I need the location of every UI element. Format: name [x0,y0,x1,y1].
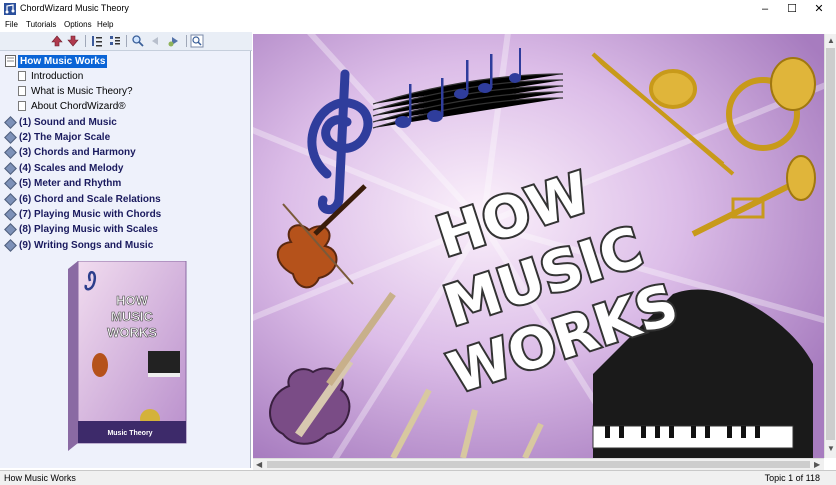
chapter-icon [4,146,17,159]
scroll-down-icon[interactable]: ▼ [827,444,835,453]
tree-chapter-label: (5) Meter and Rhythm [19,178,122,189]
menu-file[interactable]: File [5,20,18,29]
tree-item-about-chordwizard[interactable]: About ChordWizard® [0,99,250,114]
close-button[interactable]: ✕ [806,0,832,18]
scroll-left-icon[interactable]: ◀ [256,460,262,469]
box-title-line-2: MUSIC [111,309,154,324]
tree-chapter-label: (8) Playing Music with Scales [19,224,158,235]
toolbar-separator [85,35,86,47]
minimize-button[interactable]: – [752,0,778,18]
menu-help[interactable]: Help [97,20,113,29]
toolbar-separator [186,35,187,47]
tree-chapter-4[interactable]: (4) Scales and Melody [0,161,250,176]
tree-chapter-label: (2) The Major Scale [19,132,111,143]
arrow-up-icon[interactable] [50,34,64,48]
content-pane: HOW MUSIC WORKS [253,34,824,458]
chapter-icon [4,162,17,175]
box-title-line-3: WORKS [107,325,157,340]
tree-item-what-is-music-theory[interactable]: What is Music Theory? [0,84,250,99]
collapse-all-icon[interactable] [90,34,104,48]
how-music-works-banner: HOW MUSIC WORKS [253,34,824,458]
menu-bar: File Tutorials Options Help [0,18,836,32]
toolbar-separator [126,35,127,47]
tree-item-introduction[interactable]: Introduction [0,69,250,84]
tree-chapter-1[interactable]: (1) Sound and Music [0,115,250,130]
maximize-button[interactable]: ☐ [779,0,805,18]
title-bar: ChordWizard Music Theory – ☐ ✕ [0,0,836,18]
chapter-icon [4,239,17,252]
product-box-image: HOW MUSIC WORKS Music Theory [68,261,187,451]
chapter-icon [4,131,17,144]
tree-chapter-label: (4) Scales and Melody [19,163,124,174]
tree-chapter-label: (3) Chords and Harmony [19,147,136,158]
topic-tree[interactable]: How Music Works Introduction What is Mus… [0,51,251,468]
expand-all-icon[interactable] [108,34,122,48]
tree-chapter-label: (1) Sound and Music [19,117,117,128]
tree-chapter-9[interactable]: (9) Writing Songs and Music [0,238,250,253]
scroll-thumb[interactable] [267,461,810,468]
tree-root-label: How Music Works [18,55,108,68]
chapter-icon [4,116,17,129]
back-icon[interactable] [149,34,163,48]
arrow-down-icon[interactable] [66,34,80,48]
status-topic-title: How Music Works [4,473,76,483]
box-brand-label: Music Theory [107,430,152,437]
tree-chapter-7[interactable]: (7) Playing Music with Chords [0,207,250,222]
toolbar [0,32,252,51]
page-icon [18,86,26,96]
app-icon [4,3,16,15]
status-topic-count: Topic 1 of 118 [764,473,820,483]
page-icon [18,101,26,111]
scroll-up-icon[interactable]: ▲ [827,36,835,45]
tree-chapter-6[interactable]: (6) Chord and Scale Relations [0,192,250,207]
forward-icon[interactable] [167,34,181,48]
chapter-icon [4,208,17,221]
search-icon[interactable] [131,34,145,48]
page-icon [18,71,26,81]
tree-chapter-5[interactable]: (5) Meter and Rhythm [0,176,250,191]
chapter-icon [4,223,17,236]
tree-chapter-8[interactable]: (8) Playing Music with Scales [0,222,250,237]
menu-options[interactable]: Options [64,20,92,29]
tree-chapter-label: (6) Chord and Scale Relations [19,194,161,205]
tree-item-label: About ChordWizard® [31,101,126,112]
horizontal-scrollbar[interactable]: ◀ ▶ [253,458,824,470]
chapter-icon [4,193,17,206]
scroll-thumb[interactable] [826,48,835,440]
chapter-icon [4,177,17,190]
status-bar: How Music Works Topic 1 of 118 [0,470,836,485]
scroll-right-icon[interactable]: ▶ [814,460,820,469]
box-title-line-1: HOW [116,293,149,308]
tree-item-root[interactable]: How Music Works [0,54,250,69]
menu-tutorials[interactable]: Tutorials [26,20,56,29]
tree-chapter-3[interactable]: (3) Chords and Harmony [0,145,250,160]
tree-chapter-label: (9) Writing Songs and Music [19,240,154,251]
tree-item-label: What is Music Theory? [31,86,133,97]
find-icon[interactable] [190,34,204,48]
book-icon [5,55,16,67]
tree-chapter-2[interactable]: (2) The Major Scale [0,130,250,145]
tree-item-label: Introduction [31,71,84,82]
window-title: ChordWizard Music Theory [20,3,129,13]
tree-chapter-label: (7) Playing Music with Chords [19,209,162,220]
vertical-scrollbar[interactable]: ▲ ▼ [824,34,836,458]
